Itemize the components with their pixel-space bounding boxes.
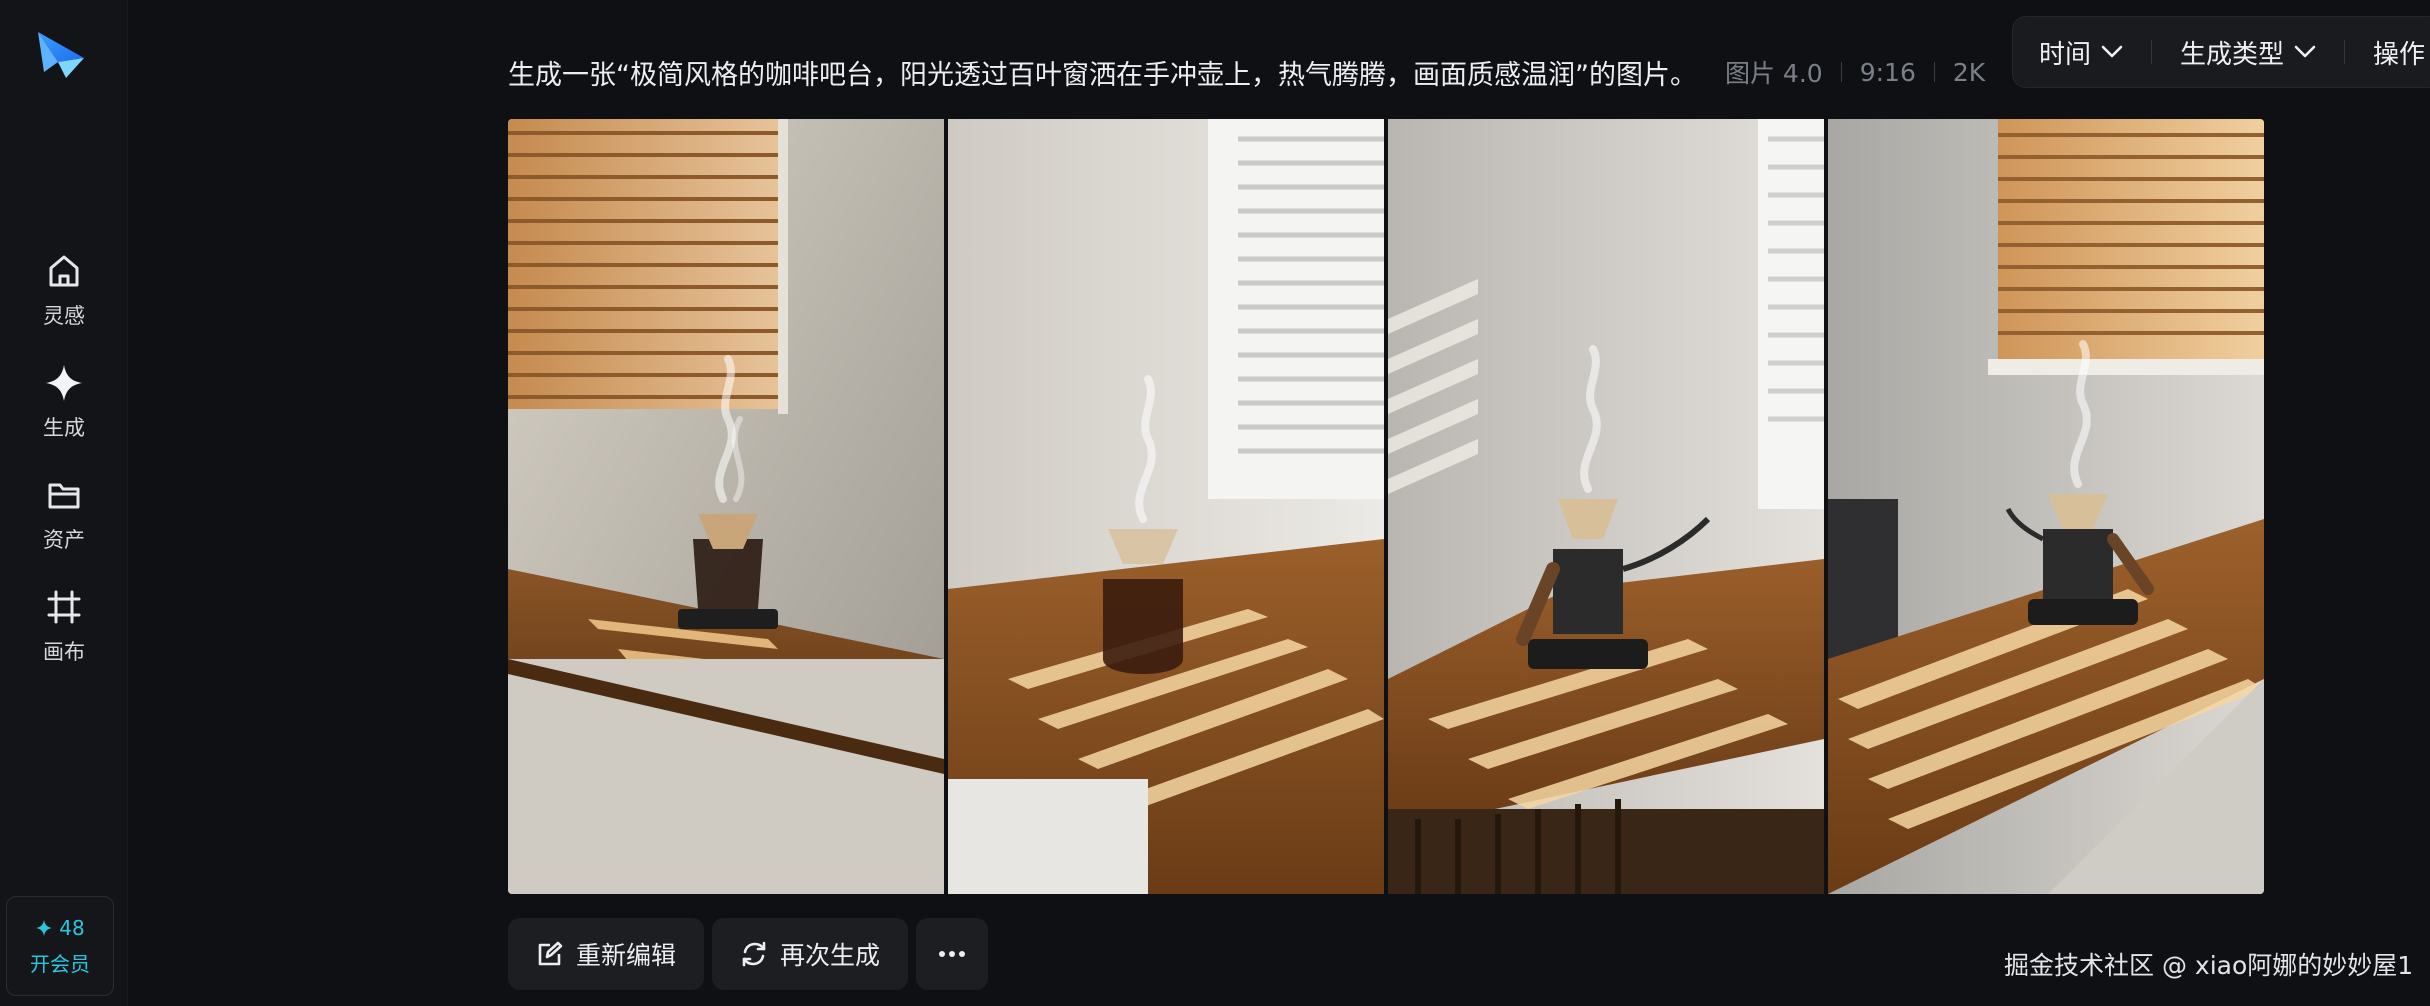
time-filter-dropdown[interactable]: 时间 (2039, 34, 2123, 71)
folder-icon (43, 474, 85, 516)
sidebar-item-label: 灵感 (43, 304, 85, 328)
generated-image-3[interactable] (1388, 119, 1824, 894)
sidebar-item-label: 画布 (43, 640, 85, 664)
model-version: 图片 4.0 (1724, 59, 1823, 88)
reedit-label: 重新编辑 (576, 941, 677, 970)
type-filter-label: 生成类型 (2180, 39, 2285, 70)
sidebar-item-label: 生成 (43, 416, 85, 440)
more-options-button[interactable] (916, 918, 989, 990)
resolution: 2K (1952, 57, 1986, 87)
more-icon (939, 951, 966, 957)
home-icon (43, 250, 85, 292)
divider (1933, 62, 1935, 82)
filter-toolbar: 时间 生成类型 操作 (2012, 16, 2430, 88)
sidebar: 灵感 生成 资产 画布 48 开会员 (0, 0, 128, 1006)
reedit-button[interactable]: 重新编辑 (508, 918, 705, 990)
image-actions: 重新编辑 再次生成 (508, 918, 989, 990)
aspect-ratio: 9:16 (1859, 57, 1916, 87)
operations-menu[interactable]: 操作 (2373, 34, 2425, 71)
sidebar-item-label: 资产 (43, 528, 85, 552)
chevron-down-icon (2294, 45, 2316, 58)
image-gallery (508, 119, 2264, 894)
divider (1840, 62, 1842, 82)
regenerate-label: 再次生成 (780, 941, 881, 970)
sparkle-icon (36, 919, 53, 936)
edit-icon (538, 941, 563, 966)
divider (2151, 40, 2153, 64)
watermark-text: 掘金技术社区 @ xiao阿娜的妙妙屋1 (2004, 951, 2414, 980)
sidebar-item-canvas[interactable]: 画布 (0, 586, 128, 682)
sparkle-icon (43, 362, 85, 404)
sidebar-item-generate[interactable]: 生成 (0, 362, 128, 458)
crop-icon (43, 586, 85, 628)
refresh-icon (742, 941, 766, 967)
generated-image-1[interactable] (508, 119, 944, 894)
prompt-row: 生成一张“极简风格的咖啡吧台，阳光透过百叶窗洒在手冲壶上，热气腾腾，画面质感温润… (508, 52, 1985, 92)
chevron-down-icon (2101, 45, 2123, 58)
generated-image-4[interactable] (1828, 119, 2264, 894)
membership-card[interactable]: 48 开会员 (6, 896, 114, 996)
sidebar-item-inspiration[interactable]: 灵感 (0, 250, 128, 346)
prompt-text: 生成一张“极简风格的咖啡吧台，阳光透过百叶窗洒在手冲壶上，热气腾腾，画面质感温润… (508, 59, 1697, 91)
upgrade-membership-link[interactable]: 开会员 (30, 948, 90, 977)
time-filter-label: 时间 (2039, 39, 2092, 70)
divider (2344, 40, 2346, 64)
sidebar-item-assets[interactable]: 资产 (0, 474, 128, 570)
generation-meta: 图片 4.0 9:16 2K (1725, 54, 1985, 90)
generated-image-2[interactable] (948, 119, 1384, 894)
paper-plane-logo-icon[interactable] (32, 28, 88, 84)
operations-label: 操作 (2373, 39, 2426, 70)
credits-value: 48 (59, 915, 85, 940)
credits-counter: 48 (35, 915, 85, 940)
regenerate-button[interactable]: 再次生成 (712, 918, 909, 990)
type-filter-dropdown[interactable]: 生成类型 (2180, 34, 2316, 71)
